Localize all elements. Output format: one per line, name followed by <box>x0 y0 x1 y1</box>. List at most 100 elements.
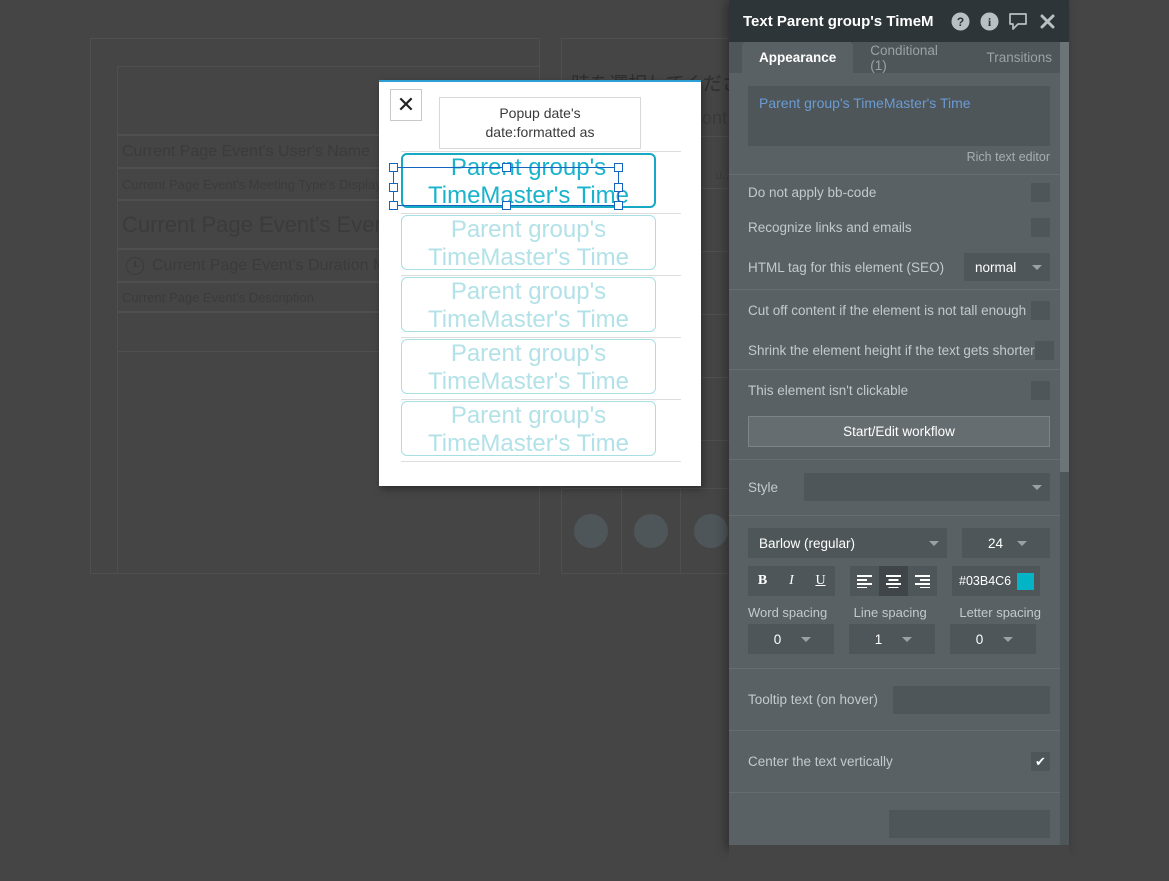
spacing-labels-row: Word spacing Line spacing Letter spacing <box>748 605 1050 620</box>
option-label-cutoff: Cut off content if the element is not ta… <box>748 303 1027 318</box>
background-text-user-name: Current Page Event's User's Name <box>122 142 370 160</box>
rich-text-input[interactable]: Parent group's TimeMaster's Time <box>748 86 1050 146</box>
color-swatch[interactable] <box>1017 572 1035 590</box>
checkbox-clickable[interactable]: ✔ <box>1031 381 1050 400</box>
option-row-bbcode[interactable]: Do not apply bb-code ✔ <box>748 175 1050 210</box>
time-slot-row[interactable]: Parent group's TimeMaster's Time <box>401 399 681 462</box>
rich-text-editor-link[interactable]: Rich text editor <box>748 146 1050 174</box>
tab-conditional[interactable]: Conditional (1) <box>853 42 969 73</box>
resize-handle-top-left[interactable] <box>389 163 398 172</box>
time-slot-box[interactable]: Parent group's TimeMaster's Time <box>401 215 656 270</box>
time-slot-text: Parent group's TimeMaster's Time <box>427 402 630 456</box>
option-row-clickable[interactable]: This element isn't clickable ✔ <box>748 370 1050 411</box>
seo-tag-label: HTML tag for this element (SEO) <box>748 259 945 275</box>
popup-date-line-2: date:formatted as <box>485 124 595 140</box>
circle-placeholder-icon <box>574 514 609 548</box>
circle-placeholder-icon <box>693 514 728 548</box>
help-icon[interactable]: ? <box>950 11 970 31</box>
tab-appearance[interactable]: Appearance <box>742 42 854 73</box>
time-slot-box[interactable]: Parent group's TimeMaster's Time <box>401 277 656 332</box>
font-family-size-row: Barlow (regular) 24 <box>748 528 1050 558</box>
option-row-shrink[interactable]: Shrink the element height if the text ge… <box>748 331 1054 369</box>
italic-button[interactable]: I <box>777 566 806 596</box>
line-spacing-select[interactable]: 1 <box>849 624 935 654</box>
tooltip-section: Tooltip text (on hover) <box>729 669 1069 731</box>
time-slot-box[interactable]: Parent group's TimeMaster's Time <box>401 153 656 208</box>
resize-handle-bottom-left[interactable] <box>389 201 398 210</box>
align-right-button[interactable] <box>908 566 937 596</box>
letter-spacing-select[interactable]: 0 <box>950 624 1036 654</box>
time-slot-repeating-group: Parent group's TimeMaster's Time Parent … <box>401 151 681 469</box>
checkbox-cutoff[interactable]: ✔ <box>1031 301 1050 320</box>
panel-title: Text Parent group's TimeM <box>743 12 934 30</box>
font-color-field[interactable]: #03B4C6 <box>952 566 1040 596</box>
popup-date-line-1: Popup date's <box>499 105 581 121</box>
align-center-button[interactable] <box>879 566 908 596</box>
checkbox-center-vertically[interactable]: ✔ <box>1031 752 1050 771</box>
font-style-row: B I U #03B4C6 <box>748 566 1050 596</box>
partial-bottom-input[interactable] <box>889 809 1050 838</box>
center-vertically-label: Center the text vertically <box>748 754 893 769</box>
chevron-down-icon <box>1017 540 1028 546</box>
font-section: Barlow (regular) 24 B I U #03B4C6 Word s… <box>729 516 1069 669</box>
resize-handle-middle-left[interactable] <box>389 183 398 192</box>
layout-options-section: Cut off content if the element is not ta… <box>729 290 1069 370</box>
time-slot-box[interactable]: Parent group's TimeMaster's Time <box>401 339 656 394</box>
clock-icon <box>126 256 144 275</box>
time-slot-text: Parent group's TimeMaster's Time <box>427 278 630 332</box>
time-slot-box[interactable]: Parent group's TimeMaster's Time <box>401 401 656 456</box>
center-vertically-section: Center the text vertically ✔ <box>729 731 1069 793</box>
time-slot-row[interactable]: Parent group's TimeMaster's Time <box>401 275 681 338</box>
word-spacing-select[interactable]: 0 <box>748 624 834 654</box>
text-align-button-group <box>850 566 937 596</box>
time-slot-row[interactable]: Parent group's TimeMaster's Time <box>401 337 681 400</box>
checkbox-bbcode[interactable]: ✔ <box>1031 183 1050 202</box>
tooltip-label: Tooltip text (on hover) <box>748 692 878 707</box>
time-slot-row[interactable]: Parent group's TimeMaster's Time <box>401 151 681 214</box>
property-editor-panel: Text Parent group's TimeM ? i Appearance… <box>729 0 1069 850</box>
panel-bottom-fade <box>729 845 1069 881</box>
background-grid-cell <box>622 489 682 573</box>
background-text-description: Current Page Event's Description <box>122 289 314 305</box>
font-size-value: 24 <box>987 535 1004 551</box>
seo-tag-select[interactable]: normal <box>964 253 1050 281</box>
option-label-recognize-links: Recognize links and emails <box>748 220 912 235</box>
time-slot-row[interactable]: Parent group's TimeMaster's Time <box>401 213 681 276</box>
popup-date-label: Popup date's date:formatted as <box>439 97 641 149</box>
close-icon[interactable] <box>1037 11 1057 31</box>
background-text-duration: Current Page Event's Duration Min <box>152 256 399 274</box>
center-vertically-row[interactable]: Center the text vertically ✔ <box>748 744 1050 779</box>
letter-spacing-label: Letter spacing <box>959 605 1042 620</box>
chevron-down-icon <box>1032 484 1042 490</box>
checkbox-shrink[interactable]: ✔ <box>1034 340 1054 360</box>
checkbox-recognize-links[interactable]: ✔ <box>1031 218 1050 237</box>
panel-scrollbar-thumb[interactable] <box>1060 42 1069 472</box>
style-select[interactable] <box>804 473 1050 501</box>
option-row-recognize-links[interactable]: Recognize links and emails ✔ <box>748 210 1050 245</box>
font-size-select[interactable]: 24 <box>962 528 1050 558</box>
style-label: Style <box>748 479 779 495</box>
line-spacing-value: 1 <box>874 631 883 647</box>
panel-header: Text Parent group's TimeM ? i <box>729 0 1069 42</box>
text-options-section: Do not apply bb-code ✔ Recognize links a… <box>729 175 1069 290</box>
style-section: Style <box>729 460 1069 516</box>
underline-button[interactable]: U <box>806 566 835 596</box>
info-icon[interactable]: i <box>979 11 999 31</box>
tab-transitions[interactable]: Transitions <box>969 42 1069 73</box>
option-label-shrink: Shrink the element height if the text ge… <box>748 342 1035 358</box>
svg-text:?: ? <box>956 15 963 29</box>
tooltip-row: Tooltip text (on hover) <box>748 682 1050 717</box>
option-label-clickable: This element isn't clickable <box>748 383 909 398</box>
option-label-bbcode: Do not apply bb-code <box>748 185 877 200</box>
circle-placeholder-icon <box>634 514 668 548</box>
text-style-button-group: B I U <box>748 566 835 596</box>
align-left-button[interactable] <box>850 566 879 596</box>
start-edit-workflow-button[interactable]: Start/Edit workflow <box>748 416 1050 447</box>
comment-icon[interactable] <box>1008 11 1028 31</box>
option-row-cutoff[interactable]: Cut off content if the element is not ta… <box>748 290 1050 331</box>
popup-close-button[interactable]: ✕ <box>390 89 422 121</box>
font-family-select[interactable]: Barlow (regular) <box>748 528 947 558</box>
bold-button[interactable]: B <box>748 566 777 596</box>
font-color-hex: #03B4C6 <box>959 574 1012 588</box>
tooltip-input[interactable] <box>893 685 1050 714</box>
